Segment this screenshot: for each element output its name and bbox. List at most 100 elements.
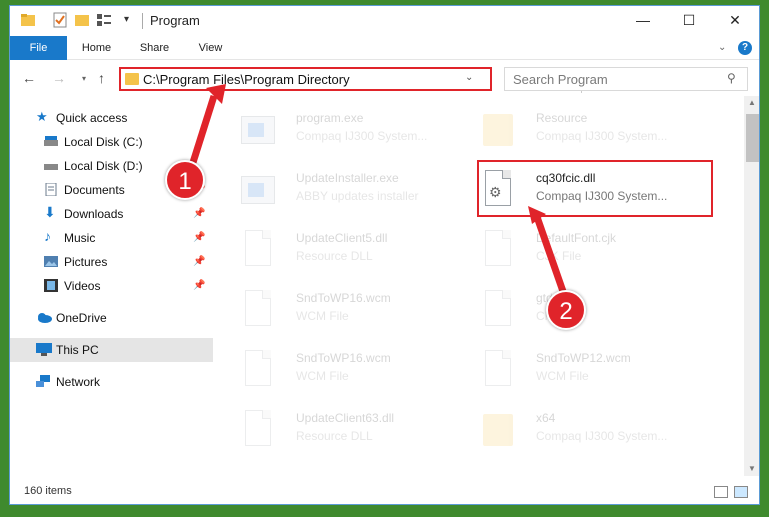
details-view-icon[interactable] (714, 486, 728, 498)
file-name: UpdateInstaller.exe (296, 171, 399, 185)
scroll-down-arrow-icon[interactable]: ▼ (748, 464, 756, 473)
status-bar: 160 items (10, 478, 759, 504)
view-options-icon[interactable] (96, 12, 112, 28)
expand-ribbon-chevron-icon[interactable]: ⌄ (718, 42, 726, 53)
tab-share[interactable]: Share (132, 36, 177, 60)
tab-file[interactable]: File (10, 36, 67, 60)
list-item[interactable]: UpdateInstaller.exe ABBY updates install… (223, 162, 463, 218)
file-name: program.exe (296, 111, 364, 125)
file-name: SndToWP16.wcm (296, 291, 391, 305)
file-description: Resource DLL (296, 429, 373, 443)
search-placeholder: Search Program (513, 72, 608, 87)
dll-file-icon (241, 410, 275, 450)
sidebar-item-videos[interactable]: Videos 📌 (10, 274, 213, 298)
generic-file-icon (481, 350, 515, 390)
list-item[interactable]: SndToWP12.wcm WCM File (463, 342, 703, 398)
list-item[interactable]: SndToWP16.wcm WCM File (223, 282, 463, 338)
list-item[interactable]: UpdateClient5.dll Resource DLL (223, 222, 463, 278)
sidebar-item-label: Music (64, 231, 96, 245)
generic-file-icon (481, 230, 515, 270)
search-input[interactable]: Search Program ⚲ (504, 67, 748, 91)
pin-icon[interactable]: 📌 (193, 232, 205, 243)
file-description: Resource DLL (296, 249, 373, 263)
address-row: ← → ▾ ↑ C:\Program Files\Program Directo… (10, 61, 759, 95)
minimize-button[interactable]: — (620, 6, 666, 36)
customize-toolbar-chevron-icon[interactable]: ▾ (124, 14, 140, 30)
sidebar-item-onedrive[interactable]: OneDrive (10, 306, 213, 330)
file-description: Compaq IJ300 System... (536, 429, 668, 443)
folder-icon[interactable] (20, 12, 36, 28)
address-bar[interactable]: C:\Program Files\Program Directory ⌄ ↻ (119, 67, 597, 93)
sidebar-item-label: Local Disk (C:) (64, 135, 143, 149)
download-icon: ⬇ (44, 204, 56, 220)
address-path[interactable]: C:\Program Files\Program Directory (143, 72, 350, 87)
sidebar-item-label: Pictures (64, 255, 108, 269)
list-item[interactable]: SndToWP16.wcm WCM File (223, 342, 463, 398)
recent-locations-chevron-icon[interactable]: ▾ (82, 74, 86, 83)
file-description: WCM File (536, 369, 589, 383)
pc-icon (36, 343, 52, 356)
tab-home[interactable]: Home (74, 36, 119, 60)
file-name: UpdateClient63.dll (296, 411, 395, 425)
sidebar-item-local-disk-c[interactable]: Local Disk (C:) (10, 130, 213, 154)
callout-step-1: 1 (165, 160, 205, 200)
sidebar-item-label: Videos (64, 279, 101, 293)
folder-icon (125, 73, 139, 85)
sidebar-item-label: Documents (64, 183, 125, 197)
sidebar-item-label: Downloads (64, 207, 124, 221)
new-folder-icon[interactable] (74, 12, 90, 28)
sidebar-item-downloads[interactable]: ⬇ Downloads 📌 (10, 202, 213, 226)
tab-view[interactable]: View (188, 36, 233, 60)
highlight-target-file (477, 160, 713, 217)
sidebar-item-pictures[interactable]: Pictures 📌 (10, 250, 213, 274)
sidebar-item-quick-access[interactable]: ★ Quick access (10, 106, 213, 130)
navigation-pane: ★ Quick access Local Disk (C:) Local Dis… (10, 96, 213, 476)
file-name: SndToWP16.wcm (296, 351, 391, 365)
file-name: Resource (536, 111, 588, 125)
pictures-icon (44, 255, 58, 268)
pin-icon[interactable]: 📌 (193, 208, 205, 219)
vertical-scrollbar[interactable]: ▲ ▼ (744, 96, 759, 476)
star-icon: ★ (36, 109, 48, 124)
file-name: UpdateClient5.dll (296, 231, 388, 245)
forward-arrow-icon[interactable]: → (52, 70, 66, 86)
dll-file-icon (241, 230, 275, 270)
cloud-icon (36, 311, 52, 324)
large-icons-view-icon[interactable] (734, 486, 748, 498)
up-arrow-icon[interactable]: ↑ (98, 70, 105, 86)
network-icon (36, 375, 50, 388)
sidebar-item-label: This PC (56, 343, 99, 357)
list-item[interactable]: DefaultFont.cjk CJK File (463, 222, 703, 278)
list-item[interactable]: UpdateClient63.dll Resource DLL (223, 402, 463, 458)
sidebar-item-label: Quick access (56, 111, 128, 125)
sidebar-item-label: Local Disk (D:) (64, 159, 143, 173)
exe-file-icon (241, 110, 275, 150)
sidebar-item-label: Network (56, 375, 101, 389)
close-button[interactable]: ✕ (712, 6, 758, 36)
list-item[interactable]: x64 Compaq IJ300 System... (463, 402, 703, 458)
drive-icon (44, 135, 58, 148)
search-icon[interactable]: ⚲ (727, 71, 736, 85)
sidebar-item-network[interactable]: Network (10, 370, 213, 394)
list-item[interactable]: Resource Compaq IJ300 System... (463, 102, 703, 158)
address-history-chevron-icon[interactable]: ⌄ (465, 72, 473, 83)
file-name: DefaultFont.cjk (536, 231, 617, 245)
file-description: WCM File (296, 369, 349, 383)
folder-icon (481, 410, 515, 450)
sidebar-item-this-pc[interactable]: This PC (10, 338, 213, 362)
scroll-up-arrow-icon[interactable]: ▲ (748, 98, 756, 107)
generic-file-icon (241, 290, 275, 330)
help-icon[interactable]: ? (738, 41, 752, 55)
pin-icon[interactable]: 📌 (193, 256, 205, 267)
file-description: Compaq IJ300 System... (536, 129, 668, 143)
sidebar-item-music[interactable]: ♪ Music 📌 (10, 226, 213, 250)
scrollbar-thumb[interactable] (746, 114, 759, 162)
pin-icon[interactable]: 📌 (193, 280, 205, 291)
list-item[interactable]: program.exe Compaq IJ300 System... (223, 102, 463, 158)
videos-icon (44, 279, 58, 292)
ribbon-tabs: File Home Share View ⌄ ? (10, 36, 759, 60)
maximize-button[interactable]: ☐ (666, 6, 712, 36)
properties-icon[interactable] (52, 12, 68, 28)
back-arrow-icon[interactable]: ← (22, 70, 36, 86)
drive-icon (44, 159, 58, 172)
